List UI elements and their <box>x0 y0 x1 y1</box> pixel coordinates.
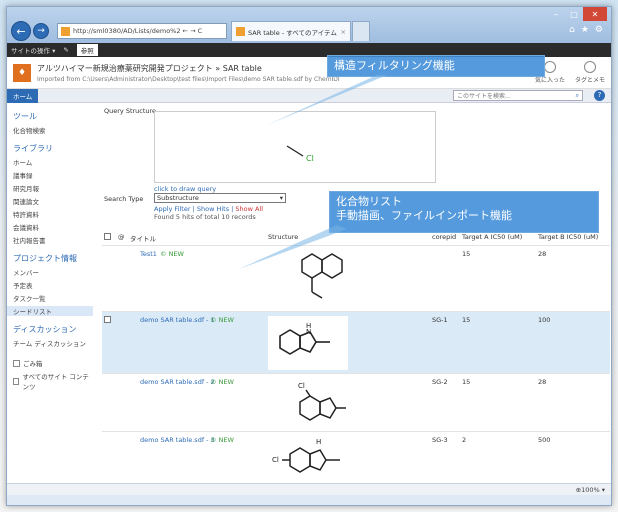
callout-pointer-filter <box>267 75 387 125</box>
browser-window: ‒ □ ✕ ← → http://sml0380/AD/Lists/demo%2… <box>6 6 612 506</box>
callout-pointer-list <box>239 225 347 269</box>
callout-pointers <box>239 75 387 269</box>
